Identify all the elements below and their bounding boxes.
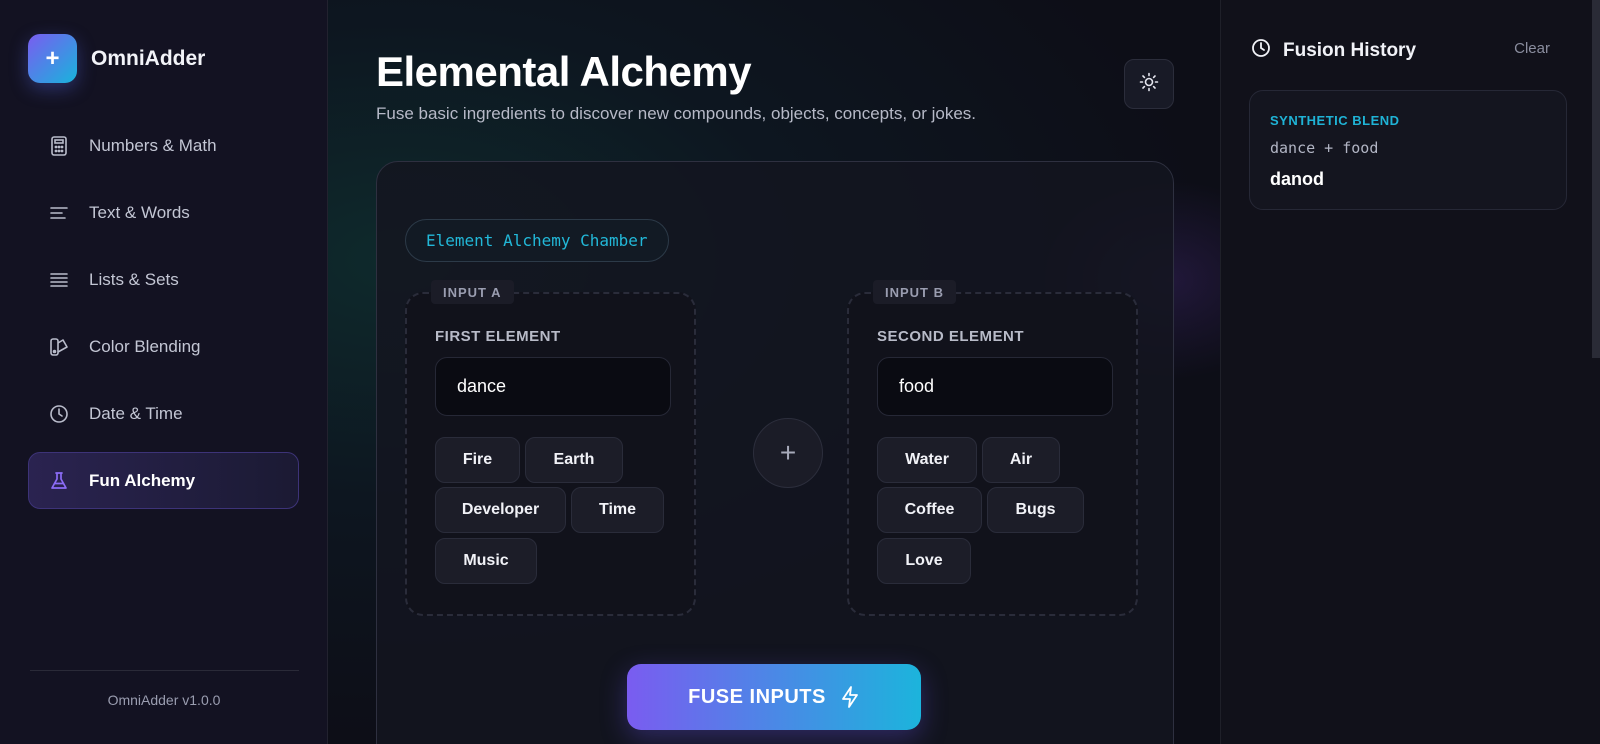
chip-earth[interactable]: Earth — [525, 437, 623, 483]
page-title: Elemental Alchemy — [376, 48, 752, 95]
brand[interactable]: + OmniAdder — [28, 34, 205, 83]
sidebar-divider — [30, 670, 299, 671]
history-title: Fusion History — [1283, 39, 1417, 61]
chip-bugs[interactable]: Bugs — [987, 487, 1084, 533]
flask-icon — [49, 471, 69, 491]
chip-love[interactable]: Love — [877, 538, 971, 584]
sidebar-nav: Numbers & Math Text & Words Lists & Sets — [28, 117, 299, 519]
sidebar-item-label: Numbers & Math — [89, 135, 217, 155]
input-a-badge: INPUT A — [431, 280, 514, 304]
calculator-icon — [49, 135, 69, 156]
sidebar-item-fun-alchemy[interactable]: Fun Alchemy — [28, 452, 299, 509]
page-subtitle: Fuse basic ingredients to discover new c… — [376, 104, 977, 123]
chip-coffee[interactable]: Coffee — [877, 487, 982, 533]
sidebar-item-label: Date & Time — [89, 403, 183, 423]
main-content: Elemental Alchemy Fuse basic ingredients… — [328, 0, 1220, 744]
sidebar-item-label: Color Blending — [89, 336, 201, 356]
theme-toggle-button[interactable] — [1124, 59, 1174, 109]
history-entry[interactable]: SYNTHETIC BLEND dance + food danod — [1249, 90, 1567, 210]
first-element-label: FIRST ELEMENT — [435, 328, 561, 345]
history-entry-equation: dance + food — [1270, 139, 1379, 157]
lightning-icon — [840, 686, 860, 708]
swatch-icon — [49, 337, 69, 357]
history-clock-icon — [1251, 38, 1271, 63]
fuse-inputs-label: FUSE INPUTS — [688, 685, 826, 708]
history-entry-type: SYNTHETIC BLEND — [1270, 113, 1400, 128]
sidebar-item-label: Text & Words — [89, 202, 190, 222]
input-b-badge: INPUT B — [873, 280, 956, 304]
sidebar-item-color-blending[interactable]: Color Blending — [28, 318, 299, 375]
plus-icon: + — [753, 418, 823, 488]
clock-icon — [49, 404, 69, 424]
sidebar-item-date-time[interactable]: Date & Time — [28, 385, 299, 442]
input-b-card: INPUT B SECOND ELEMENT Water Air Coffee … — [847, 280, 1138, 616]
list-icon — [49, 270, 69, 290]
input-a-card: INPUT A FIRST ELEMENT Fire Earth Develop… — [405, 280, 696, 616]
plus-logo-icon: + — [28, 34, 77, 83]
scrollbar[interactable] — [1592, 0, 1600, 358]
second-element-input[interactable] — [877, 357, 1113, 416]
fuse-inputs-button[interactable]: FUSE INPUTS — [627, 664, 921, 730]
sidebar: + OmniAdder Numbers & Math Text & Words — [0, 0, 328, 744]
sidebar-item-numbers-math[interactable]: Numbers & Math — [28, 117, 299, 174]
chamber-tag: Element Alchemy Chamber — [405, 219, 669, 262]
sun-icon — [1139, 72, 1159, 97]
sidebar-item-text-words[interactable]: Text & Words — [28, 184, 299, 241]
clear-history-button[interactable]: Clear — [1514, 40, 1550, 57]
history-entry-result: danod — [1270, 169, 1324, 189]
fusion-history-panel: Fusion History Clear SYNTHETIC BLEND dan… — [1220, 0, 1600, 744]
history-header: Fusion History — [1251, 38, 1416, 63]
first-element-input[interactable] — [435, 357, 671, 416]
version-text: OmniAdder v1.0.0 — [107, 692, 221, 708]
chip-water[interactable]: Water — [877, 437, 977, 483]
sidebar-item-label: Lists & Sets — [89, 269, 179, 289]
alchemy-chamber: Element Alchemy Chamber INPUT A FIRST EL… — [376, 161, 1174, 744]
text-lines-icon — [49, 203, 69, 223]
chip-time[interactable]: Time — [571, 487, 664, 533]
sidebar-item-lists-sets[interactable]: Lists & Sets — [28, 251, 299, 308]
second-element-label: SECOND ELEMENT — [877, 328, 1025, 345]
app-name: OmniAdder — [91, 46, 206, 70]
chip-fire[interactable]: Fire — [435, 437, 520, 483]
sidebar-item-label: Fun Alchemy — [89, 470, 196, 490]
chip-music[interactable]: Music — [435, 538, 537, 584]
chip-developer[interactable]: Developer — [435, 487, 566, 533]
chip-air[interactable]: Air — [982, 437, 1060, 483]
